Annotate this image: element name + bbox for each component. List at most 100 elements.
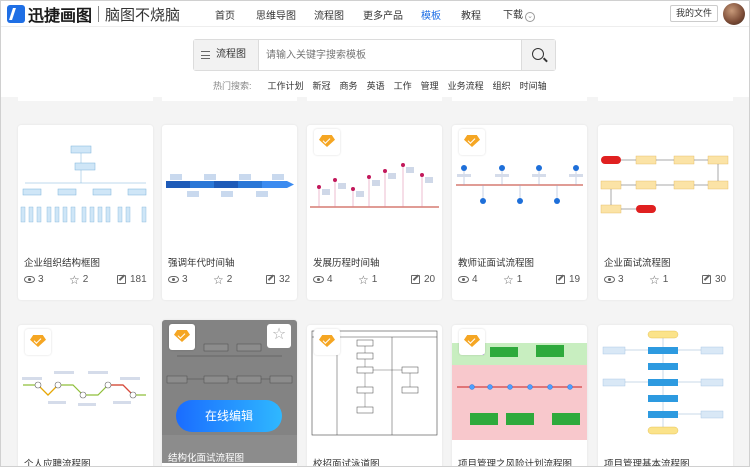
edit-icon bbox=[411, 275, 420, 284]
avatar[interactable] bbox=[723, 3, 745, 25]
hot-tag[interactable]: 工作 bbox=[394, 79, 412, 92]
template-thumbnail bbox=[166, 174, 294, 197]
vip-crown-icon bbox=[25, 329, 51, 355]
hot-searches: 热门搜索: 工作计划 新冠 商务 英语 工作 管理 业务流程 组织 时间轴 bbox=[213, 79, 556, 92]
stars-count: 2 bbox=[82, 274, 89, 285]
edits-count: 181 bbox=[130, 274, 147, 285]
card-edge bbox=[18, 97, 153, 101]
edits-count: 32 bbox=[279, 274, 291, 285]
edit-icon bbox=[702, 275, 711, 284]
template-card[interactable]: ☆ 在线编辑 结构化面试流程图 bbox=[162, 320, 297, 466]
template-thumbnail bbox=[600, 155, 729, 214]
nav-tutorials[interactable]: 教程 bbox=[461, 7, 481, 22]
template-thumbnail bbox=[20, 145, 147, 223]
views-count: 4 bbox=[327, 274, 333, 285]
hot-tag[interactable]: 组织 bbox=[493, 79, 511, 92]
site-logo[interactable]: 迅捷画图 脑图不烧脑 bbox=[7, 4, 181, 25]
hot-tag[interactable]: 新冠 bbox=[313, 79, 331, 92]
star-icon: ☆ bbox=[69, 272, 80, 287]
template-title: 个人应聘流程图 bbox=[24, 459, 91, 467]
stars-stat[interactable]: ☆ 1 bbox=[649, 274, 669, 286]
app-frame: 迅捷画图 脑图不烧脑 首页 思维导图 流程图 更多产品 模板 教程 下载 ⌄ 我的… bbox=[0, 0, 750, 467]
views-stat: 4 bbox=[458, 274, 478, 285]
template-title: 企业面试流程图 bbox=[604, 258, 671, 269]
template-card[interactable]: 个人应聘流程图 bbox=[18, 325, 153, 467]
views-stat: 3 bbox=[24, 274, 44, 285]
search-icon-handle bbox=[543, 57, 548, 63]
favorite-star-icon[interactable]: ☆ bbox=[267, 324, 291, 348]
star-icon: ☆ bbox=[358, 272, 369, 287]
top-navbar: 迅捷画图 脑图不烧脑 首页 思维导图 流程图 更多产品 模板 教程 下载 ⌄ 我的… bbox=[1, 1, 749, 27]
vip-crown-icon bbox=[459, 329, 485, 355]
star-icon: ☆ bbox=[213, 272, 224, 287]
search-button[interactable] bbox=[521, 40, 555, 70]
edits-count: 20 bbox=[424, 274, 436, 285]
template-card[interactable]: 强调年代时间轴 3 ☆ 2 32 bbox=[162, 125, 297, 300]
nav-templates[interactable]: 模板 bbox=[421, 7, 441, 22]
views-count: 4 bbox=[472, 274, 478, 285]
menu-icon bbox=[201, 51, 210, 59]
template-title: 企业组织结构框图 bbox=[24, 258, 101, 269]
card-edge bbox=[452, 97, 587, 101]
template-card[interactable]: 企业组织结构框图 3 ☆ 2 181 bbox=[18, 125, 153, 300]
vip-crown-icon bbox=[459, 129, 485, 155]
template-title: 项目管理基本流程图 bbox=[604, 459, 690, 467]
stars-stat[interactable]: ☆ 2 bbox=[213, 272, 233, 287]
stars-count: 1 bbox=[371, 274, 378, 285]
logo-icon bbox=[7, 5, 25, 23]
search-box: 流程图 bbox=[193, 39, 556, 71]
views-stat: 3 bbox=[604, 274, 624, 285]
card-edge bbox=[307, 97, 442, 101]
vip-crown-icon bbox=[169, 324, 195, 350]
search-section: 流程图 热门搜索: 工作计划 新冠 商务 英语 工作 管理 业务流程 组织 时间… bbox=[1, 27, 749, 97]
template-card[interactable]: 项目管理之风险计划流程图 bbox=[452, 325, 587, 466]
template-card[interactable]: 发展历程时间轴 4 ☆ 1 20 bbox=[307, 125, 442, 300]
views-stat: 3 bbox=[168, 274, 188, 285]
template-title: 校招面试泳道图 bbox=[313, 459, 380, 467]
logo-slogan: 脑图不烧脑 bbox=[105, 6, 181, 24]
template-card[interactable]: 项目管理基本流程图 bbox=[598, 325, 733, 467]
stars-count: 1 bbox=[516, 274, 523, 285]
template-title: 发展历程时间轴 bbox=[313, 258, 380, 269]
my-files-button[interactable]: 我的文件 bbox=[670, 5, 718, 22]
hot-tag[interactable]: 业务流程 bbox=[448, 79, 484, 92]
stars-stat[interactable]: ☆ 1 bbox=[503, 274, 523, 286]
nav-more-products[interactable]: 更多产品 bbox=[363, 7, 403, 22]
edits-stat: 20 bbox=[411, 274, 435, 285]
search-input[interactable] bbox=[266, 40, 516, 70]
hot-tag[interactable]: 工作计划 bbox=[268, 79, 304, 92]
vip-crown-icon bbox=[314, 329, 340, 355]
logo-divider bbox=[98, 6, 100, 22]
hot-tag[interactable]: 英语 bbox=[367, 79, 385, 92]
template-card[interactable]: 校招面试泳道图 bbox=[307, 325, 442, 467]
card-edge bbox=[162, 97, 297, 101]
template-title: 结构化面试流程图 bbox=[168, 453, 245, 464]
nav-mindmap[interactable]: 思维导图 bbox=[256, 7, 296, 22]
hot-tag[interactable]: 管理 bbox=[421, 79, 439, 92]
stars-stat[interactable]: ☆ 1 bbox=[358, 272, 378, 287]
eye-icon bbox=[604, 276, 615, 283]
hot-tag[interactable]: 商务 bbox=[340, 79, 358, 92]
eye-icon bbox=[168, 276, 179, 283]
edit-online-button[interactable]: 在线编辑 bbox=[176, 400, 282, 432]
eye-icon bbox=[24, 276, 35, 283]
edits-stat: 181 bbox=[117, 274, 147, 285]
edits-count: 30 bbox=[715, 274, 727, 285]
edits-stat: 32 bbox=[266, 274, 290, 285]
template-card[interactable]: 企业面试流程图 3 ☆ 1 30 bbox=[598, 125, 733, 300]
stars-stat[interactable]: ☆ 2 bbox=[69, 272, 89, 287]
nav-download-label: 下载 bbox=[503, 10, 523, 21]
stars-count: 1 bbox=[662, 274, 669, 285]
nav-download[interactable]: 下载 ⌄ bbox=[503, 6, 535, 22]
search-category-select[interactable]: 流程图 bbox=[194, 40, 259, 70]
nav-flowchart[interactable]: 流程图 bbox=[314, 7, 344, 22]
template-card[interactable]: 教师证面试流程图 4 ☆ 1 19 bbox=[452, 125, 587, 300]
hot-searches-label: 热门搜索: bbox=[213, 81, 252, 91]
hot-tag[interactable]: 时间轴 bbox=[520, 79, 547, 92]
nav-home[interactable]: 首页 bbox=[215, 7, 235, 22]
views-stat: 4 bbox=[313, 274, 333, 285]
template-title: 教师证面试流程图 bbox=[458, 258, 535, 269]
stars-count: 2 bbox=[226, 274, 233, 285]
search-category-label: 流程图 bbox=[216, 49, 246, 60]
edit-icon bbox=[117, 275, 126, 284]
